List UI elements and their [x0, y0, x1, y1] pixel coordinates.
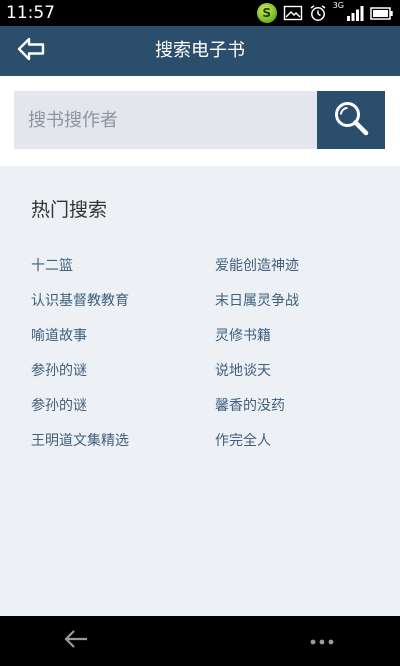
- hot-search-item[interactable]: 灵修书籍: [215, 326, 271, 346]
- hot-search-item[interactable]: 作完全人: [215, 431, 271, 451]
- app-badge-icon: S: [256, 3, 277, 23]
- signal-icon: [346, 4, 364, 22]
- network-type-label: 3G: [332, 1, 344, 10]
- hot-search-item[interactable]: 末日属灵争战: [215, 291, 299, 311]
- alarm-icon: [309, 4, 327, 22]
- hot-search-item[interactable]: 十二篮: [31, 256, 73, 276]
- search-icon: [332, 99, 370, 141]
- battery-icon: [370, 4, 394, 22]
- hot-search-item[interactable]: 说地谈天: [215, 361, 271, 381]
- status-bar: 11:57 S 3G: [0, 0, 400, 26]
- hot-search-item[interactable]: 参孙的谜: [31, 361, 87, 381]
- status-time: 11:57: [6, 3, 55, 23]
- back-arrow-icon: [17, 36, 47, 66]
- search-input[interactable]: [14, 91, 317, 149]
- search-area: [0, 76, 400, 166]
- hot-search-item[interactable]: 馨香的没药: [215, 396, 285, 416]
- search-button[interactable]: [317, 91, 385, 149]
- navigation-bar: [0, 616, 400, 666]
- back-button[interactable]: [10, 33, 54, 69]
- more-dots-icon: [309, 632, 335, 651]
- status-icons: S 3G: [256, 1, 394, 23]
- hot-search-item[interactable]: 认识基督教教育: [31, 291, 129, 311]
- nav-menu-button[interactable]: [302, 626, 342, 656]
- hot-search-heading: 热门搜索: [31, 199, 108, 221]
- hot-search-item[interactable]: 参孙的谜: [31, 396, 87, 416]
- page-title: 搜索电子书: [155, 40, 245, 61]
- nav-back-button[interactable]: [56, 626, 96, 656]
- hot-search-item[interactable]: 王明道文集精选: [31, 431, 129, 451]
- hot-search-item[interactable]: 喻道故事: [31, 326, 87, 346]
- hot-search-item[interactable]: 爱能创造神迹: [215, 256, 299, 276]
- nav-back-icon: [62, 627, 90, 655]
- title-bar: 搜索电子书: [0, 26, 400, 76]
- image-notification-icon: [283, 4, 303, 22]
